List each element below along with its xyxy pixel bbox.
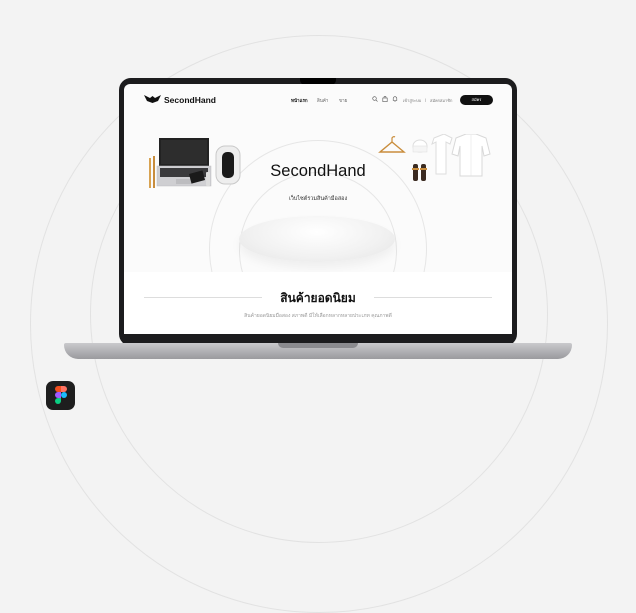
popular-products-title: สินค้ายอดนิยม [280, 291, 356, 305]
popular-products-section: สินค้ายอดนิยม สินค้ายอดนิยมมือสอง สภาพดี… [124, 272, 512, 334]
search-icon[interactable] [372, 96, 378, 102]
site-header: SecondHand หน้าแรก สินค้า ขาย เข้าสู่ระบ… [124, 84, 512, 114]
shopping-bag-icon[interactable] [382, 96, 388, 102]
nav-products[interactable]: สินค้า [317, 97, 328, 104]
hero-title: SecondHand [270, 162, 366, 180]
laptop-base-notch [278, 343, 358, 348]
login-link[interactable]: เข้าสู่ระบบ [403, 97, 421, 104]
hero-pedestal [239, 216, 395, 262]
laptop-screen: SecondHand หน้าแรก สินค้า ขาย เข้าสู่ระบ… [124, 84, 512, 334]
register-link[interactable]: สมัครสมาชิก [430, 97, 452, 104]
figma-logo-icon[interactable] [46, 381, 75, 410]
signup-button[interactable]: สมัคร [460, 95, 493, 105]
nav-home[interactable]: หน้าแรก [291, 97, 308, 104]
header-separator: | [425, 97, 427, 102]
bell-icon[interactable] [392, 96, 398, 102]
bird-wings-logo-icon[interactable] [144, 95, 161, 103]
hero-subtitle: เว็บไซต์รวมสินค้ามือสอง [288, 196, 348, 202]
brand-name[interactable]: SecondHand [164, 95, 216, 105]
nav-sell[interactable]: ขาย [339, 97, 347, 104]
popular-products-subtitle: สินค้ายอดนิยมมือสอง สภาพดี มีให้เลือกหลา… [244, 313, 392, 319]
